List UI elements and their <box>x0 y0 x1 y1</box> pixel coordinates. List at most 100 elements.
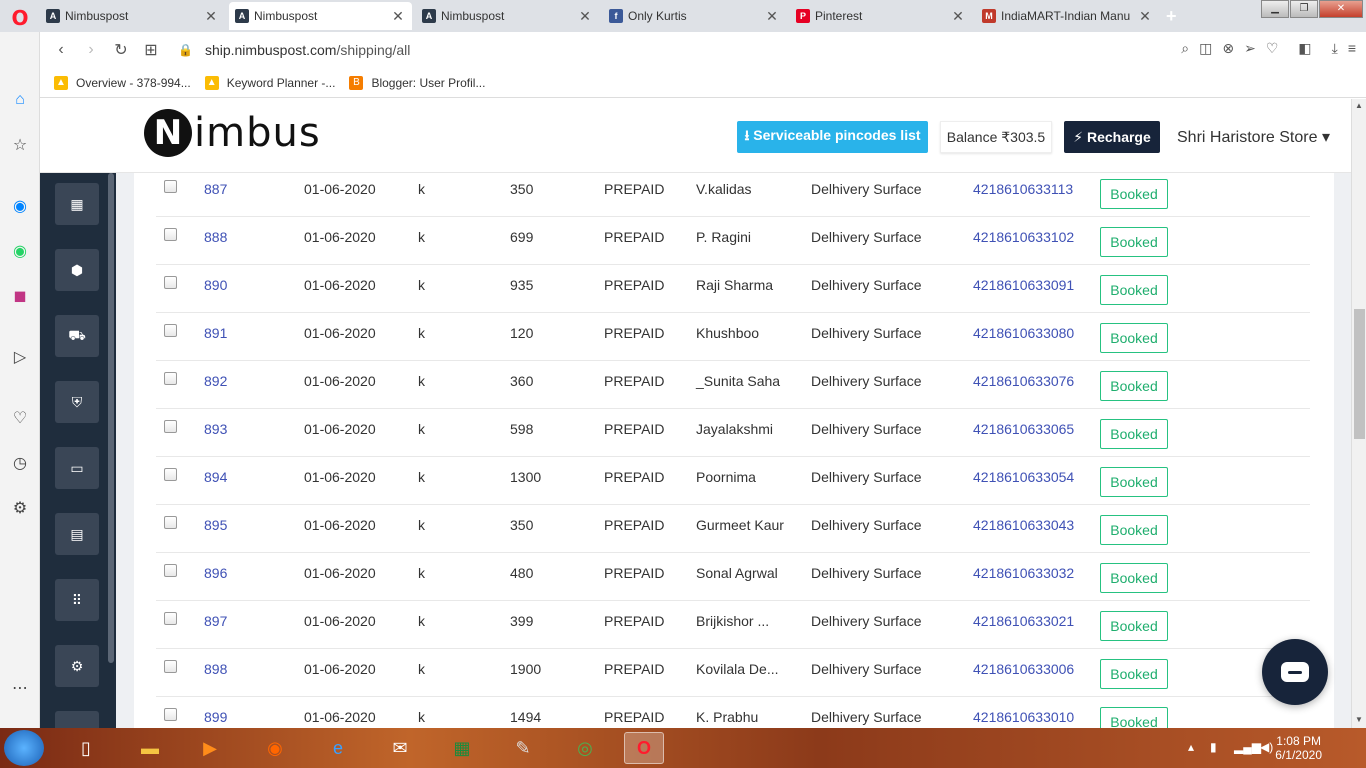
row-checkbox[interactable] <box>164 612 177 625</box>
download-icon[interactable]: ⤓ <box>1332 40 1338 57</box>
row-checkbox[interactable] <box>164 468 177 481</box>
awb-number-link[interactable]: 4218610633080 <box>973 325 1074 341</box>
back-icon[interactable]: ‹ <box>46 41 76 59</box>
browser-tab[interactable]: P Pinterest ✕ <box>790 2 972 30</box>
tab-close-icon[interactable]: ✕ <box>203 8 219 25</box>
instagram-icon[interactable]: ◼ <box>8 284 32 308</box>
messenger-icon[interactable]: ◉ <box>8 194 32 218</box>
awb-number-link[interactable]: 4218610633032 <box>973 565 1074 581</box>
tab-close-icon[interactable]: ✕ <box>577 8 593 25</box>
order-id-link[interactable]: 887 <box>204 181 227 197</box>
more-nav-icon[interactable]: • <box>55 711 99 728</box>
row-checkbox[interactable] <box>164 516 177 529</box>
awb-number-link[interactable]: 4218610633102 <box>973 229 1074 245</box>
zoom-icon[interactable]: ⌕ <box>1181 40 1189 57</box>
new-tab-icon[interactable]: + <box>1166 6 1177 27</box>
serviceable-pincodes-button[interactable]: ⭳ Serviceable pincodes list <box>737 121 928 153</box>
settings-icon[interactable]: ⚙ <box>55 645 99 687</box>
sidebar-scrollbar[interactable] <box>108 173 114 663</box>
row-checkbox[interactable] <box>164 276 177 289</box>
firefox-icon[interactable]: ◉ <box>255 732 295 764</box>
row-checkbox[interactable] <box>164 564 177 577</box>
scroll-thumb[interactable] <box>1354 309 1365 439</box>
tabs-grid-icon[interactable]: ⊞ <box>136 40 166 60</box>
scroll-up-icon[interactable]: ▲ <box>1355 101 1363 110</box>
internet-explorer-icon[interactable]: e <box>318 732 358 764</box>
store-dropdown[interactable]: Shri Haristore Store ▾ <box>1177 127 1330 147</box>
flow-icon[interactable]: ➢ <box>1244 40 1256 57</box>
row-checkbox[interactable] <box>164 708 177 721</box>
excel-icon[interactable]: ▦ <box>442 732 482 764</box>
browser-tab[interactable]: f Only Kurtis ✕ <box>603 2 786 30</box>
chrome-icon[interactable]: ◎ <box>565 732 605 764</box>
bookmark-item[interactable]: ▲ Overview - 378-994... <box>54 75 191 90</box>
camera-icon[interactable]: ◫ <box>1199 40 1212 57</box>
star-icon[interactable]: ☆ <box>8 133 32 157</box>
dashboard-icon[interactable]: ▦ <box>55 183 99 225</box>
row-checkbox[interactable] <box>164 228 177 241</box>
easy-setup-icon[interactable]: ≡ <box>1348 40 1356 57</box>
row-checkbox[interactable] <box>164 420 177 433</box>
send-icon[interactable]: ▷ <box>8 345 32 369</box>
scroll-down-icon[interactable]: ▼ <box>1355 715 1363 724</box>
order-id-link[interactable]: 896 <box>204 565 227 581</box>
url-field[interactable]: 🔒 ship.nimbuspost.com/shipping/all <box>178 42 410 58</box>
truck-icon[interactable]: ⛟ <box>55 315 99 357</box>
document-icon[interactable]: ▤ <box>55 513 99 555</box>
nimbus-logo[interactable]: N imbus <box>144 109 321 157</box>
order-id-link[interactable]: 891 <box>204 325 227 341</box>
chat-widget-button[interactable] <box>1262 639 1328 705</box>
tray-arrow-icon[interactable]: ▴ <box>1188 740 1194 754</box>
page-scrollbar[interactable]: ▲ ▼ <box>1351 99 1366 728</box>
browser-tab[interactable]: A Nimbuspost ✕ <box>229 2 412 30</box>
row-checkbox[interactable] <box>164 324 177 337</box>
browser-tab[interactable]: A Nimbuspost ✕ <box>40 2 225 30</box>
browser-tab[interactable]: A Nimbuspost ✕ <box>416 2 599 30</box>
mail-icon[interactable]: ✉ <box>380 732 420 764</box>
maximize-icon[interactable]: ❐ <box>1290 0 1318 18</box>
tray-device-icon[interactable]: ▮ <box>1210 740 1217 754</box>
history-icon[interactable]: ◷ <box>8 451 32 475</box>
order-id-link[interactable]: 895 <box>204 517 227 533</box>
file-icon[interactable]: ▯ <box>66 732 106 764</box>
order-id-link[interactable]: 899 <box>204 709 227 725</box>
network-icon[interactable]: ▂▄▆ <box>1234 740 1261 754</box>
money-icon[interactable]: ▭ <box>55 447 99 489</box>
explorer-folder-icon[interactable]: ▬ <box>130 732 170 764</box>
tab-close-icon[interactable]: ✕ <box>1137 8 1153 25</box>
bookmark-item[interactable]: B Blogger: User Profil... <box>349 75 485 90</box>
favorite-heart-icon[interactable]: ♡ <box>1266 40 1279 57</box>
awb-number-link[interactable]: 4218610633065 <box>973 421 1074 437</box>
window-close-icon[interactable]: ✕ <box>1319 0 1363 18</box>
row-checkbox[interactable] <box>164 372 177 385</box>
awb-number-link[interactable]: 4218610633054 <box>973 469 1074 485</box>
bookmark-item[interactable]: ▲ Keyword Planner -... <box>204 75 335 90</box>
order-id-link[interactable]: 890 <box>204 277 227 293</box>
order-id-link[interactable]: 898 <box>204 661 227 677</box>
awb-number-link[interactable]: 4218610633043 <box>973 517 1074 533</box>
home-icon[interactable]: ⌂ <box>8 88 32 112</box>
awb-number-link[interactable]: 4218610633021 <box>973 613 1074 629</box>
awb-number-link[interactable]: 4218610633113 <box>973 181 1073 197</box>
extension-cube-icon[interactable]: ◧ <box>1298 40 1311 57</box>
package-icon[interactable]: ⬢ <box>55 249 99 291</box>
awb-number-link[interactable]: 4218610633010 <box>973 709 1074 725</box>
tab-close-icon[interactable]: ✕ <box>390 8 406 25</box>
order-id-link[interactable]: 888 <box>204 229 227 245</box>
minimize-icon[interactable]: ▁ <box>1261 0 1289 18</box>
awb-number-link[interactable]: 4218610633091 <box>973 277 1074 293</box>
order-id-link[interactable]: 897 <box>204 613 227 629</box>
tab-close-icon[interactable]: ✕ <box>950 8 966 25</box>
volume-icon[interactable]: ◀) <box>1260 740 1273 754</box>
row-checkbox[interactable] <box>164 660 177 673</box>
tab-close-icon[interactable]: ✕ <box>764 8 780 25</box>
order-id-link[interactable]: 893 <box>204 421 227 437</box>
apps-grid-icon[interactable]: ⠿ <box>55 579 99 621</box>
row-checkbox[interactable] <box>164 180 177 193</box>
media-player-icon[interactable]: ▶ <box>190 732 230 764</box>
start-button[interactable] <box>4 730 44 766</box>
clock[interactable]: 1:08 PM 6/1/2020 <box>1275 734 1322 762</box>
order-id-link[interactable]: 894 <box>204 469 227 485</box>
forward-icon[interactable]: › <box>76 41 106 59</box>
awb-number-link[interactable]: 4218610633076 <box>973 373 1074 389</box>
